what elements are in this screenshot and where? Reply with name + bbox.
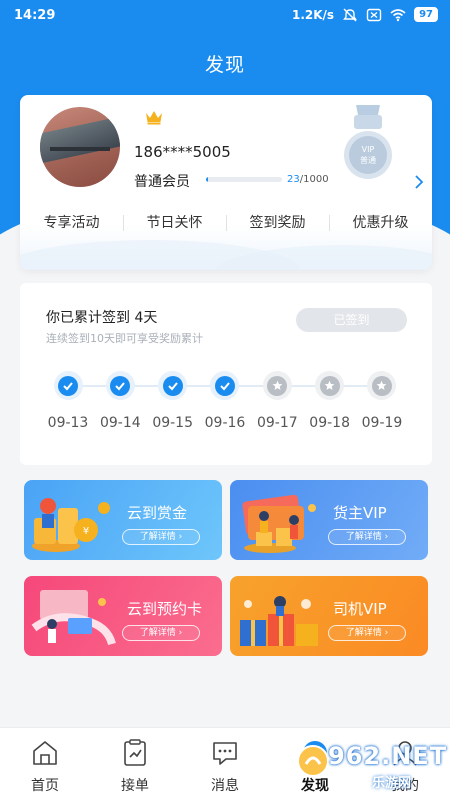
learn-more-button[interactable]: 了解详情 › <box>328 625 406 641</box>
signin-days: 09-13 09-14 09-15 09-16 09-17 09-18 09-19 <box>44 371 406 431</box>
network-speed: 1.2K/s <box>291 7 335 22</box>
signin-day-date: 09-13 <box>47 415 89 431</box>
svg-text:¥: ¥ <box>83 526 89 537</box>
star-icon <box>371 375 392 396</box>
signin-day: 09-15 <box>149 371 197 431</box>
signin-subtitle: 连续签到10天即可享受奖励累计 <box>46 332 203 345</box>
unsigned-day-marker <box>262 371 292 400</box>
star-icon <box>267 375 288 396</box>
chevron-right-icon[interactable] <box>414 175 424 189</box>
star-icon <box>319 375 340 396</box>
unsigned-day-marker <box>367 371 397 400</box>
signin-day: 09-19 <box>358 371 406 431</box>
tile-reservation-card[interactable]: 云到预约卡 了解详情 › <box>24 576 222 656</box>
check-icon <box>162 375 183 396</box>
watermark-text: 962.NET <box>328 742 448 770</box>
status-time: 14:29 <box>14 8 56 23</box>
site-watermark: 962.NET 乐游网 <box>296 740 446 796</box>
status-bar: 14:29 1.2K/s 97 <box>0 0 450 32</box>
learn-more-button[interactable]: 了解详情 › <box>328 529 406 545</box>
tab-orders[interactable]: 接单 <box>90 728 180 800</box>
watermark-subtext: 乐游网 <box>372 776 412 791</box>
signin-day-date: 09-19 <box>361 415 403 431</box>
gold-coins-illustration-icon: ¥ <box>32 498 110 552</box>
quick-link-exclusive-activity[interactable]: 专享活动 <box>20 212 123 234</box>
tile-shipper-vip[interactable]: 货主VIP 了解详情 › <box>230 480 428 560</box>
signin-day-date: 09-14 <box>99 415 141 431</box>
signin-day: 09-17 <box>253 371 301 431</box>
signed-day-marker <box>53 371 83 400</box>
signed-in-button[interactable]: 已签到 <box>296 308 407 332</box>
progress-current: 23 <box>287 174 300 185</box>
quick-link-discount-upgrade[interactable]: 优惠升级 <box>329 212 432 234</box>
wifi-icon <box>390 8 406 21</box>
page-title: 发现 <box>204 54 245 76</box>
unsigned-day-marker <box>315 371 345 400</box>
member-progress-fill <box>206 177 208 182</box>
member-level: 普通会员 <box>134 174 190 190</box>
vip-medal-text-2: 普通 <box>360 155 376 165</box>
quick-link-holiday-care[interactable]: 节日关怀 <box>123 212 226 234</box>
tab-home[interactable]: 首页 <box>0 728 90 800</box>
avatar-image-detail <box>40 116 120 164</box>
signin-day-date: 09-17 <box>256 415 298 431</box>
reservation-card-illustration-icon <box>31 590 116 646</box>
tab-label: 消息 <box>211 778 239 794</box>
avatar[interactable] <box>40 107 120 187</box>
status-icons: 1.2K/s 97 <box>292 7 438 22</box>
check-icon <box>214 375 235 396</box>
tab-label: 首页 <box>31 778 59 794</box>
user-phone: 186****5005 <box>134 143 231 161</box>
order-icon <box>124 739 146 766</box>
quick-link-signin-reward[interactable]: 签到奖励 <box>226 212 329 234</box>
mute-icon <box>343 8 357 21</box>
watermark-logo-icon <box>297 745 329 777</box>
progress-total: /1000 <box>299 174 329 185</box>
signin-card: 你已累计签到 4天 连续签到10天即可享受奖励累计 已签到 09-13 09-14… <box>20 283 432 465</box>
tab-messages[interactable]: 消息 <box>180 728 270 800</box>
tile-title: 司机VIP <box>333 600 387 618</box>
signin-title: 你已累计签到 4天 <box>46 310 158 326</box>
message-icon <box>213 742 237 765</box>
crown-icon <box>146 111 162 125</box>
signin-day-date: 09-18 <box>309 415 350 431</box>
tab-label: 接单 <box>121 778 149 794</box>
learn-more-button[interactable]: 了解详情 › <box>122 625 200 641</box>
member-progress-bar <box>206 177 282 182</box>
signed-day-marker <box>210 371 240 400</box>
avatar-image-detail <box>50 147 110 151</box>
vip-medal-icon[interactable]: VIP 普通 <box>342 105 394 185</box>
tile-title: 云到赏金 <box>127 504 188 522</box>
tile-driver-vip[interactable]: 司机VIP 了解详情 › <box>230 576 428 656</box>
signin-day-date: 09-16 <box>204 415 246 431</box>
tile-title: 云到预约卡 <box>127 600 203 618</box>
signin-day: 09-14 <box>96 371 144 431</box>
tile-title: 货主VIP <box>333 504 387 522</box>
tile-cloud-bounty[interactable]: ¥ 云到赏金 了解详情 › <box>24 480 222 560</box>
vip-card-illustration-icon <box>242 494 316 553</box>
sim-off-icon <box>366 8 382 21</box>
vip-medal-text-1: VIP <box>362 145 375 154</box>
check-icon <box>110 375 131 396</box>
signin-day: 09-16 <box>201 371 249 431</box>
battery-indicator: 97 <box>414 7 438 22</box>
learn-more-button[interactable]: 了解详情 › <box>122 529 200 545</box>
gift-boxes-illustration-icon <box>240 596 318 646</box>
member-progress-text: 23/1000 <box>287 174 329 185</box>
signin-day: 09-13 <box>44 371 92 431</box>
quick-links: 专享活动 节日关怀 签到奖励 优惠升级 <box>20 212 432 234</box>
signed-day-marker <box>105 371 135 400</box>
signed-day-marker <box>158 371 188 400</box>
check-icon <box>58 375 78 396</box>
home-icon <box>33 741 57 765</box>
user-card[interactable]: 186****5005 普通会员 23/1000 VIP 普通 专享活动 节日关… <box>20 95 432 270</box>
signin-day: 09-18 <box>306 371 354 431</box>
signin-day-date: 09-15 <box>152 415 193 431</box>
